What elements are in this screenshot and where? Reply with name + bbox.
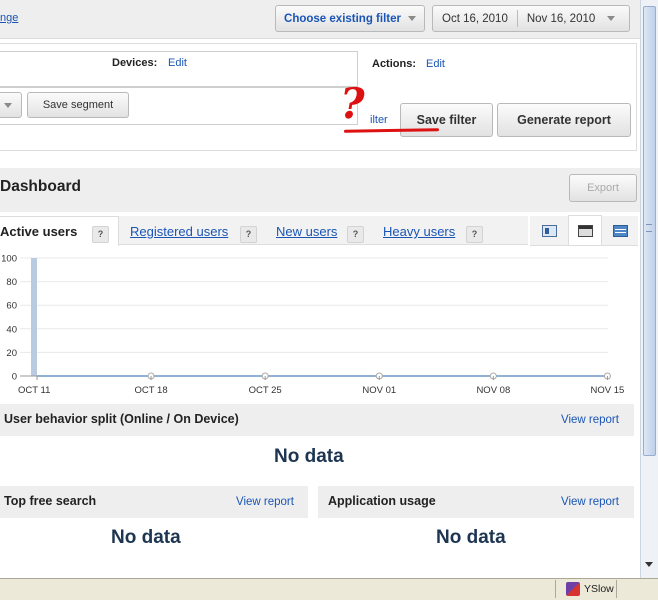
y-tick-label: 40	[6, 324, 17, 335]
dashboard-title: Dashboard	[0, 178, 81, 195]
date-start: Oct 16, 2010	[442, 12, 508, 25]
highlight-bar	[31, 258, 37, 376]
status-bar	[0, 578, 658, 600]
date-range-picker[interactable]: Oct 16, 2010 Nov 16, 2010	[432, 5, 630, 32]
tab-active-users-help-icon[interactable]: ?	[92, 226, 109, 243]
save-segment-label: Save segment	[42, 99, 114, 111]
change-link[interactable]: nge	[0, 12, 18, 24]
x-tick-label: OCT 18	[135, 385, 168, 396]
list-view-icon[interactable]	[542, 225, 557, 237]
tab-active-users-label[interactable]: Active users	[0, 224, 77, 239]
y-tick-label: 0	[12, 372, 17, 383]
tab-registered-users[interactable]: Registered users	[130, 224, 228, 239]
split-view-report-link[interactable]: View report	[561, 414, 619, 426]
tab-new-users-help-icon[interactable]: ?	[347, 226, 364, 243]
filter-partial-link[interactable]: ilter	[370, 114, 388, 126]
free-search-view-report-link[interactable]: View report	[236, 496, 294, 508]
save-segment-button[interactable]: Save segment	[27, 92, 129, 118]
tab-new-users[interactable]: New users	[276, 224, 337, 239]
tab-heavy-users[interactable]: Heavy users	[383, 224, 455, 239]
yslow-icon[interactable]	[566, 582, 580, 596]
generate-report-label: Generate report	[517, 113, 611, 127]
y-tick-label: 100	[1, 254, 17, 265]
x-tick-label: OCT 25	[249, 385, 282, 396]
generate-report-button[interactable]: Generate report	[497, 103, 631, 137]
tab-registered-users-help-icon[interactable]: ?	[240, 226, 257, 243]
tab-heavy-users-help-icon[interactable]: ?	[466, 226, 483, 243]
active-users-chart: 100 80 60 40 20 0OCT 11 OCT 18 OCT 25 NOV 01 NOV …	[1, 254, 625, 397]
split-no-data: No data	[274, 446, 344, 467]
app-usage-title: Application usage	[328, 494, 436, 508]
free-search-title: Top free search	[4, 494, 97, 508]
y-tick-label: 60	[6, 301, 17, 312]
export-label: Export	[587, 182, 619, 194]
actions-label: Actions:	[372, 58, 416, 70]
save-filter-button[interactable]: Save filter	[400, 103, 493, 137]
vertical-scrollbar[interactable]	[640, 0, 658, 578]
chevron-down-icon	[407, 16, 416, 21]
x-tick-label: NOV 08	[476, 385, 510, 396]
chevron-down-icon	[4, 102, 12, 108]
x-tick-label: OCT 11	[18, 385, 50, 396]
actions-edit-link[interactable]: Edit	[426, 58, 445, 70]
scroll-down-arrow-icon[interactable]	[645, 562, 653, 567]
status-divider-right	[616, 580, 617, 598]
segment-dropdown-button[interactable]	[0, 92, 22, 118]
status-divider	[555, 580, 556, 598]
y-tick-label: 20	[6, 348, 17, 359]
yslow-label[interactable]: YSlow	[584, 583, 614, 595]
app-usage-no-data: No data	[436, 527, 506, 548]
chevron-down-icon	[607, 16, 616, 21]
chart-view-icon[interactable]	[613, 225, 628, 237]
devices-edit-link[interactable]: Edit	[168, 57, 187, 69]
app-usage-view-report-link[interactable]: View report	[561, 496, 619, 508]
date-end: Nov 16, 2010	[526, 12, 596, 25]
date-divider	[516, 10, 518, 27]
free-search-no-data: No data	[111, 527, 181, 548]
save-filter-label: Save filter	[416, 113, 477, 127]
x-tick-label: NOV 15	[591, 385, 625, 396]
filter-select[interactable]: Choose existing filter	[275, 5, 425, 32]
export-button[interactable]: Export	[569, 174, 637, 202]
filter-select-label: Choose existing filter	[284, 12, 401, 25]
dashboard-header	[0, 168, 640, 212]
devices-label: Devices:	[112, 57, 158, 69]
scrollbar-grip-icon	[646, 224, 652, 232]
x-tick-label: NOV 01	[362, 385, 396, 396]
table-view-icon[interactable]	[578, 225, 593, 237]
split-title: User behavior split (Online / On Device)	[4, 412, 239, 426]
y-tick-label: 80	[6, 277, 17, 288]
